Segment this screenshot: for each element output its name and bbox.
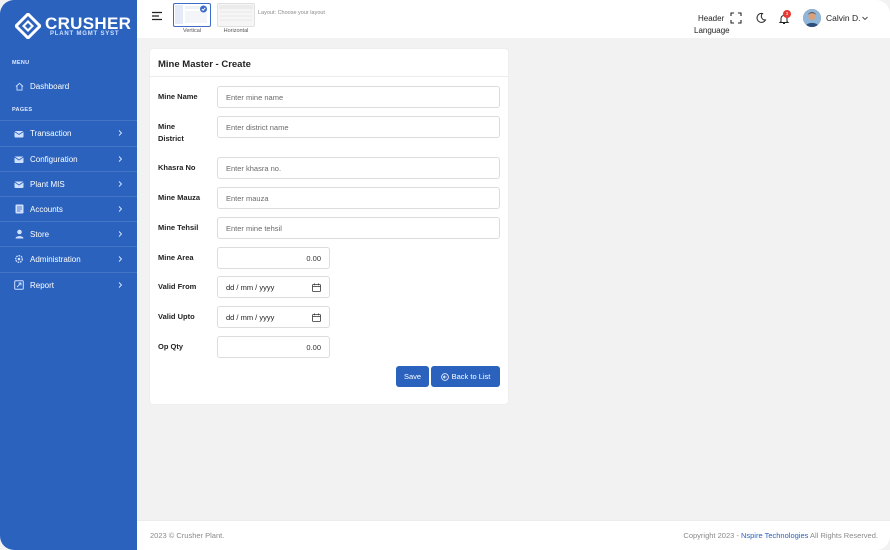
sidebar-item-configuration[interactable]: Configuration [0,146,137,171]
page-footer: 2023 © Crusher Plant. Copyright 2023 - N… [137,520,890,550]
footer-copyright-left: 2023 © Crusher Plant. [150,531,225,540]
card-divider [150,76,508,77]
calendar-icon[interactable] [312,313,321,322]
layout-option-label: Horizontal [223,28,249,34]
back-to-list-label: Back to List [451,372,491,381]
chevron-right-icon [118,130,123,136]
mine-district-input[interactable] [217,116,500,138]
save-button[interactable]: Save [396,366,429,387]
op-qty-input[interactable] [217,336,330,358]
sidebar-item-administration[interactable]: Administration [0,246,137,271]
hamburger-menu-icon[interactable] [151,11,163,21]
chevron-right-icon [118,156,123,162]
mail-icon [14,179,24,189]
notification-count-badge: 3 [783,10,791,18]
document-icon [14,204,24,214]
dark-mode-moon-icon[interactable] [755,12,767,24]
mine-district-label-line1: Mine [158,122,176,131]
sidebar-item-transaction[interactable]: Transaction [0,120,137,145]
mine-tehsil-label: Mine Tehsil [158,223,199,232]
user-name[interactable]: Calvin D. [826,13,860,23]
khasra-no-label: Khasra No [158,163,196,172]
valid-from-label: Valid From [158,282,197,291]
footer-copyright-right: Copyright 2023 - Nspire Technologies All… [683,531,878,540]
app-window: CRUSHER PLANT MGMT SYST MENU Dashboard P… [0,0,890,550]
valid-upto-date-value: dd / mm / yyyy [226,312,275,322]
footer-copyright-prefix: Copyright 2023 - [683,531,741,540]
layout-hint-text: Layout: Choose your layout [258,10,325,16]
report-icon [14,280,24,290]
chevron-right-icon [118,206,123,212]
sidebar-item-accounts[interactable]: Accounts [0,196,137,221]
mine-name-label: Mine Name [158,92,198,101]
valid-from-date-input[interactable]: dd / mm / yyyy [217,276,330,298]
fullscreen-icon[interactable] [730,12,742,24]
home-icon [14,82,24,92]
transaction-icon [14,128,24,138]
calendar-icon[interactable] [312,283,321,292]
layout-option-vertical[interactable] [173,3,211,27]
sidebar-item-label: Plant MIS [30,179,65,189]
menu-section-label: MENU [12,60,30,66]
sidebar-item-label: Accounts [30,204,63,214]
save-button-label: Save [403,372,422,381]
avatar[interactable] [803,9,821,27]
sidebar-item-dashboard[interactable]: Dashboard [0,74,137,99]
valid-upto-date-input[interactable]: dd / mm / yyyy [217,306,330,328]
sidebar-item-label: Configuration [30,154,78,164]
language-selector[interactable]: Language [694,26,730,35]
mine-tehsil-input[interactable] [217,217,500,239]
sidebar-item-plant-mis[interactable]: Plant MIS [0,171,137,196]
sidebar-item-store[interactable]: Store [0,221,137,246]
sidebar: CRUSHER PLANT MGMT SYST MENU Dashboard P… [0,0,137,550]
brand-subtitle: PLANT MGMT SYST [50,31,120,37]
mine-mauza-label: Mine Mauza [158,193,201,202]
chevron-right-icon [118,256,123,262]
layout-option-label: Vertical [182,28,202,34]
mine-mauza-input[interactable] [217,187,500,209]
sidebar-item-label: Transaction [30,128,72,138]
chevron-right-icon [118,231,123,237]
page-title: Mine Master - Create [158,59,251,70]
brand-logo[interactable]: CRUSHER PLANT MGMT SYST [15,12,131,42]
valid-upto-label: Valid Upto [158,312,195,321]
back-to-list-button[interactable]: Back to List [431,366,500,387]
mail-icon [14,154,24,164]
layout-option-horizontal[interactable] [217,3,255,27]
pages-section-label: PAGES [12,107,33,113]
top-header: Vertical Horizontal Layout: Choose your … [137,0,890,38]
mine-name-input[interactable] [217,86,500,108]
mine-area-input[interactable] [217,247,330,269]
chevron-right-icon [118,282,123,288]
horizontal-layout-preview-icon [219,5,253,21]
valid-from-date-value: dd / mm / yyyy [226,282,275,292]
vertical-layout-preview-icon [175,5,207,24]
gear-icon [14,254,24,264]
sidebar-item-label: Store [30,229,50,239]
chevron-right-icon [118,181,123,187]
crusher-logo-icon [15,13,41,39]
footer-rights-text: All Rights Reserved. [808,531,878,540]
op-qty-label: Op Qty [158,342,184,351]
arrow-left-circle-icon [440,372,449,381]
sidebar-item-label: Administration [30,254,81,264]
sidebar-item-report[interactable]: Report [0,272,137,297]
user-icon [14,229,24,239]
user-avatar-icon [803,9,821,27]
sidebar-item-label: Dashboard [30,82,70,91]
chevron-down-icon[interactable] [861,14,869,22]
sidebar-item-label: Report [30,280,55,290]
header-toggle-label[interactable]: Header [698,14,724,23]
mine-district-label-line2: District [158,134,184,143]
mine-master-form-card: Mine Master - Create Mine Name Mine Dist… [150,49,508,404]
khasra-no-input[interactable] [217,157,500,179]
mine-area-label: Mine Area [158,253,194,262]
footer-company-link[interactable]: Nspire Technologies [741,531,808,540]
